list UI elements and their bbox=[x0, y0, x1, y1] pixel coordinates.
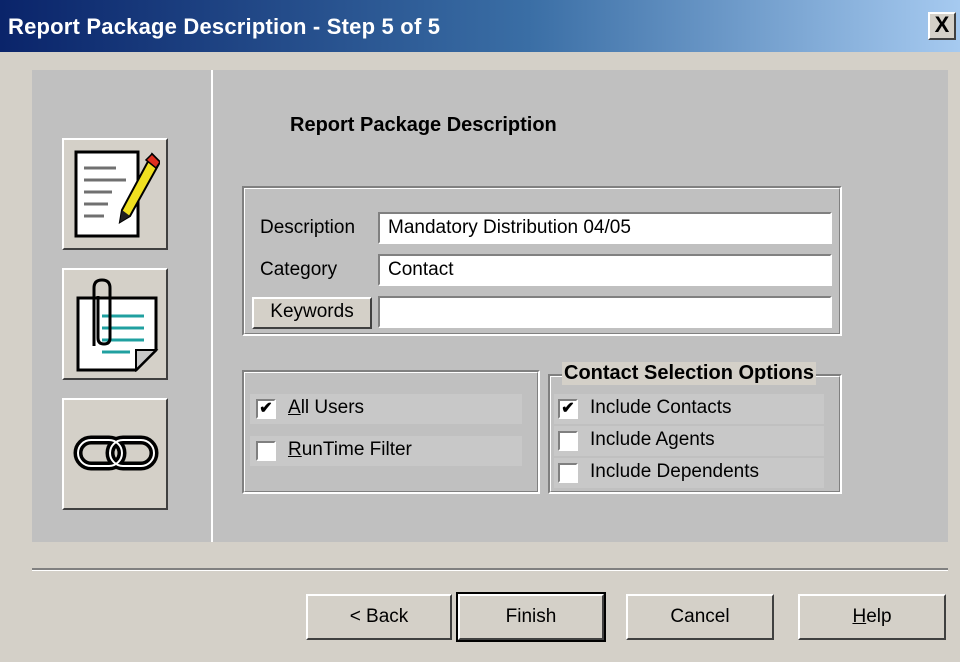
attachment-step-button[interactable] bbox=[62, 268, 168, 380]
include-contacts-checkbox[interactable]: ✔ bbox=[558, 399, 578, 419]
runtime-filter-checkbox[interactable] bbox=[256, 441, 276, 461]
all-users-checkbox[interactable]: ✔ bbox=[256, 399, 276, 419]
keywords-field[interactable] bbox=[378, 296, 832, 328]
document-edit-icon bbox=[74, 150, 160, 238]
include-contacts-label: Include Contacts bbox=[590, 397, 732, 418]
include-dependents-label: Include Dependents bbox=[590, 461, 760, 482]
vertical-divider bbox=[211, 70, 213, 542]
help-button[interactable]: Help bbox=[798, 594, 946, 640]
include-agents-checkbox[interactable] bbox=[558, 431, 578, 451]
description-step-button[interactable] bbox=[62, 138, 168, 250]
description-label: Description bbox=[260, 217, 356, 238]
category-label: Category bbox=[260, 259, 338, 280]
keywords-button[interactable]: Keywords bbox=[252, 297, 372, 329]
close-button[interactable]: X bbox=[928, 12, 956, 40]
description-field[interactable]: Mandatory Distribution 04/05 bbox=[378, 212, 832, 244]
link-step-button[interactable] bbox=[62, 398, 168, 510]
attachment-icon bbox=[76, 278, 159, 372]
include-dependents-checkbox[interactable] bbox=[558, 463, 578, 483]
category-field[interactable]: Contact bbox=[378, 254, 832, 286]
window-title: Report Package Description - Step 5 of 5 bbox=[8, 14, 441, 39]
page-heading: Report Package Description bbox=[290, 114, 557, 136]
back-button[interactable]: < Back bbox=[306, 594, 452, 640]
title-bar: Report Package Description - Step 5 of 5… bbox=[0, 0, 960, 52]
finish-button[interactable]: Finish bbox=[456, 592, 606, 642]
all-users-label: All Users bbox=[288, 397, 365, 418]
footer-divider bbox=[32, 568, 948, 571]
include-agents-label: Include Agents bbox=[590, 429, 715, 450]
users-group bbox=[242, 370, 540, 494]
cancel-button[interactable]: Cancel bbox=[626, 594, 774, 640]
runtime-filter-label: RunTime Filter bbox=[288, 439, 412, 460]
close-icon: X bbox=[934, 12, 950, 37]
link-icon bbox=[73, 435, 159, 471]
contact-options-title: Contact Selection Options bbox=[562, 362, 817, 385]
